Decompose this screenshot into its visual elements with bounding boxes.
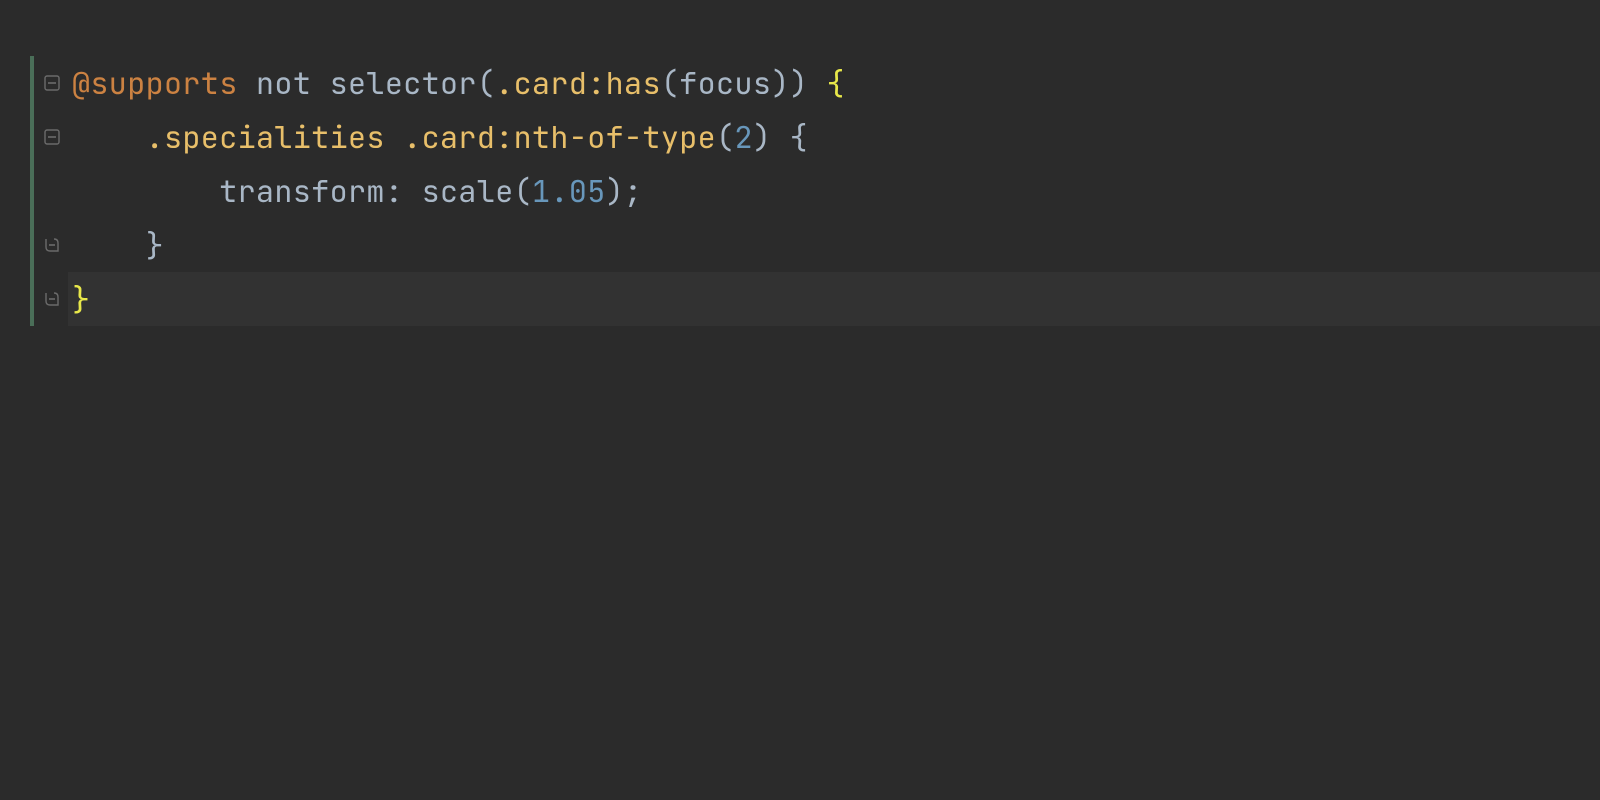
code-line[interactable]: @supports not selector(.card:has(focus))… [68,56,1600,110]
colon-token: : [587,63,605,103]
token [808,63,826,103]
brace-close-token: } [146,225,164,265]
number-token: 1.05 [532,171,606,211]
brace-close-token: } [72,279,90,319]
brace-open-token: { [790,117,808,157]
paren-token: ( [716,117,734,157]
code-line[interactable]: transform: scale(1.05); [68,164,1600,218]
function-token: selector [330,63,477,103]
vcs-change-marker [30,56,34,326]
gutter [0,0,68,800]
colon-token: : [495,117,513,157]
code-line-current[interactable]: } [68,272,1600,326]
code-line[interactable]: .specialities .card:nth-of-type(2) { [68,110,1600,164]
brace-open-token: { [826,63,844,103]
ident-token: focus [679,63,771,103]
paren-token: ( [514,171,532,211]
token [238,63,256,103]
selector-token: .card [495,63,587,103]
pseudo-token: has [606,63,661,103]
number-token: 2 [734,117,752,157]
paren-token: ) [771,63,789,103]
code-editor[interactable]: @supports not selector(.card:has(focus))… [0,0,1600,800]
selector-token: .card [403,117,495,157]
colon-token: : [385,171,403,211]
indent [72,117,146,157]
fold-toggle-icon[interactable] [41,126,63,148]
token [403,171,421,211]
fold-end-icon[interactable] [41,234,63,256]
selector-token: .specialities [146,117,385,157]
fold-column [38,56,68,326]
pseudo-token: nth-of-type [514,117,716,157]
paren-token: ( [477,63,495,103]
at-rule-token: @supports [72,63,238,103]
paren-token: ( [661,63,679,103]
function-token: scale [422,171,514,211]
paren-token: ) [753,117,771,157]
code-area[interactable]: @supports not selector(.card:has(focus))… [68,0,1600,800]
semicolon-token: ; [624,171,642,211]
indent [72,171,219,211]
token [771,117,789,157]
code-line[interactable]: } [68,218,1600,272]
paren-token: ) [606,171,624,211]
indent [72,225,146,265]
paren-token: ) [790,63,808,103]
token [385,117,403,157]
fold-end-icon[interactable] [41,288,63,310]
keyword-token: not [256,63,311,103]
fold-toggle-icon[interactable] [41,72,63,94]
property-token: transform [219,171,385,211]
token [311,63,329,103]
